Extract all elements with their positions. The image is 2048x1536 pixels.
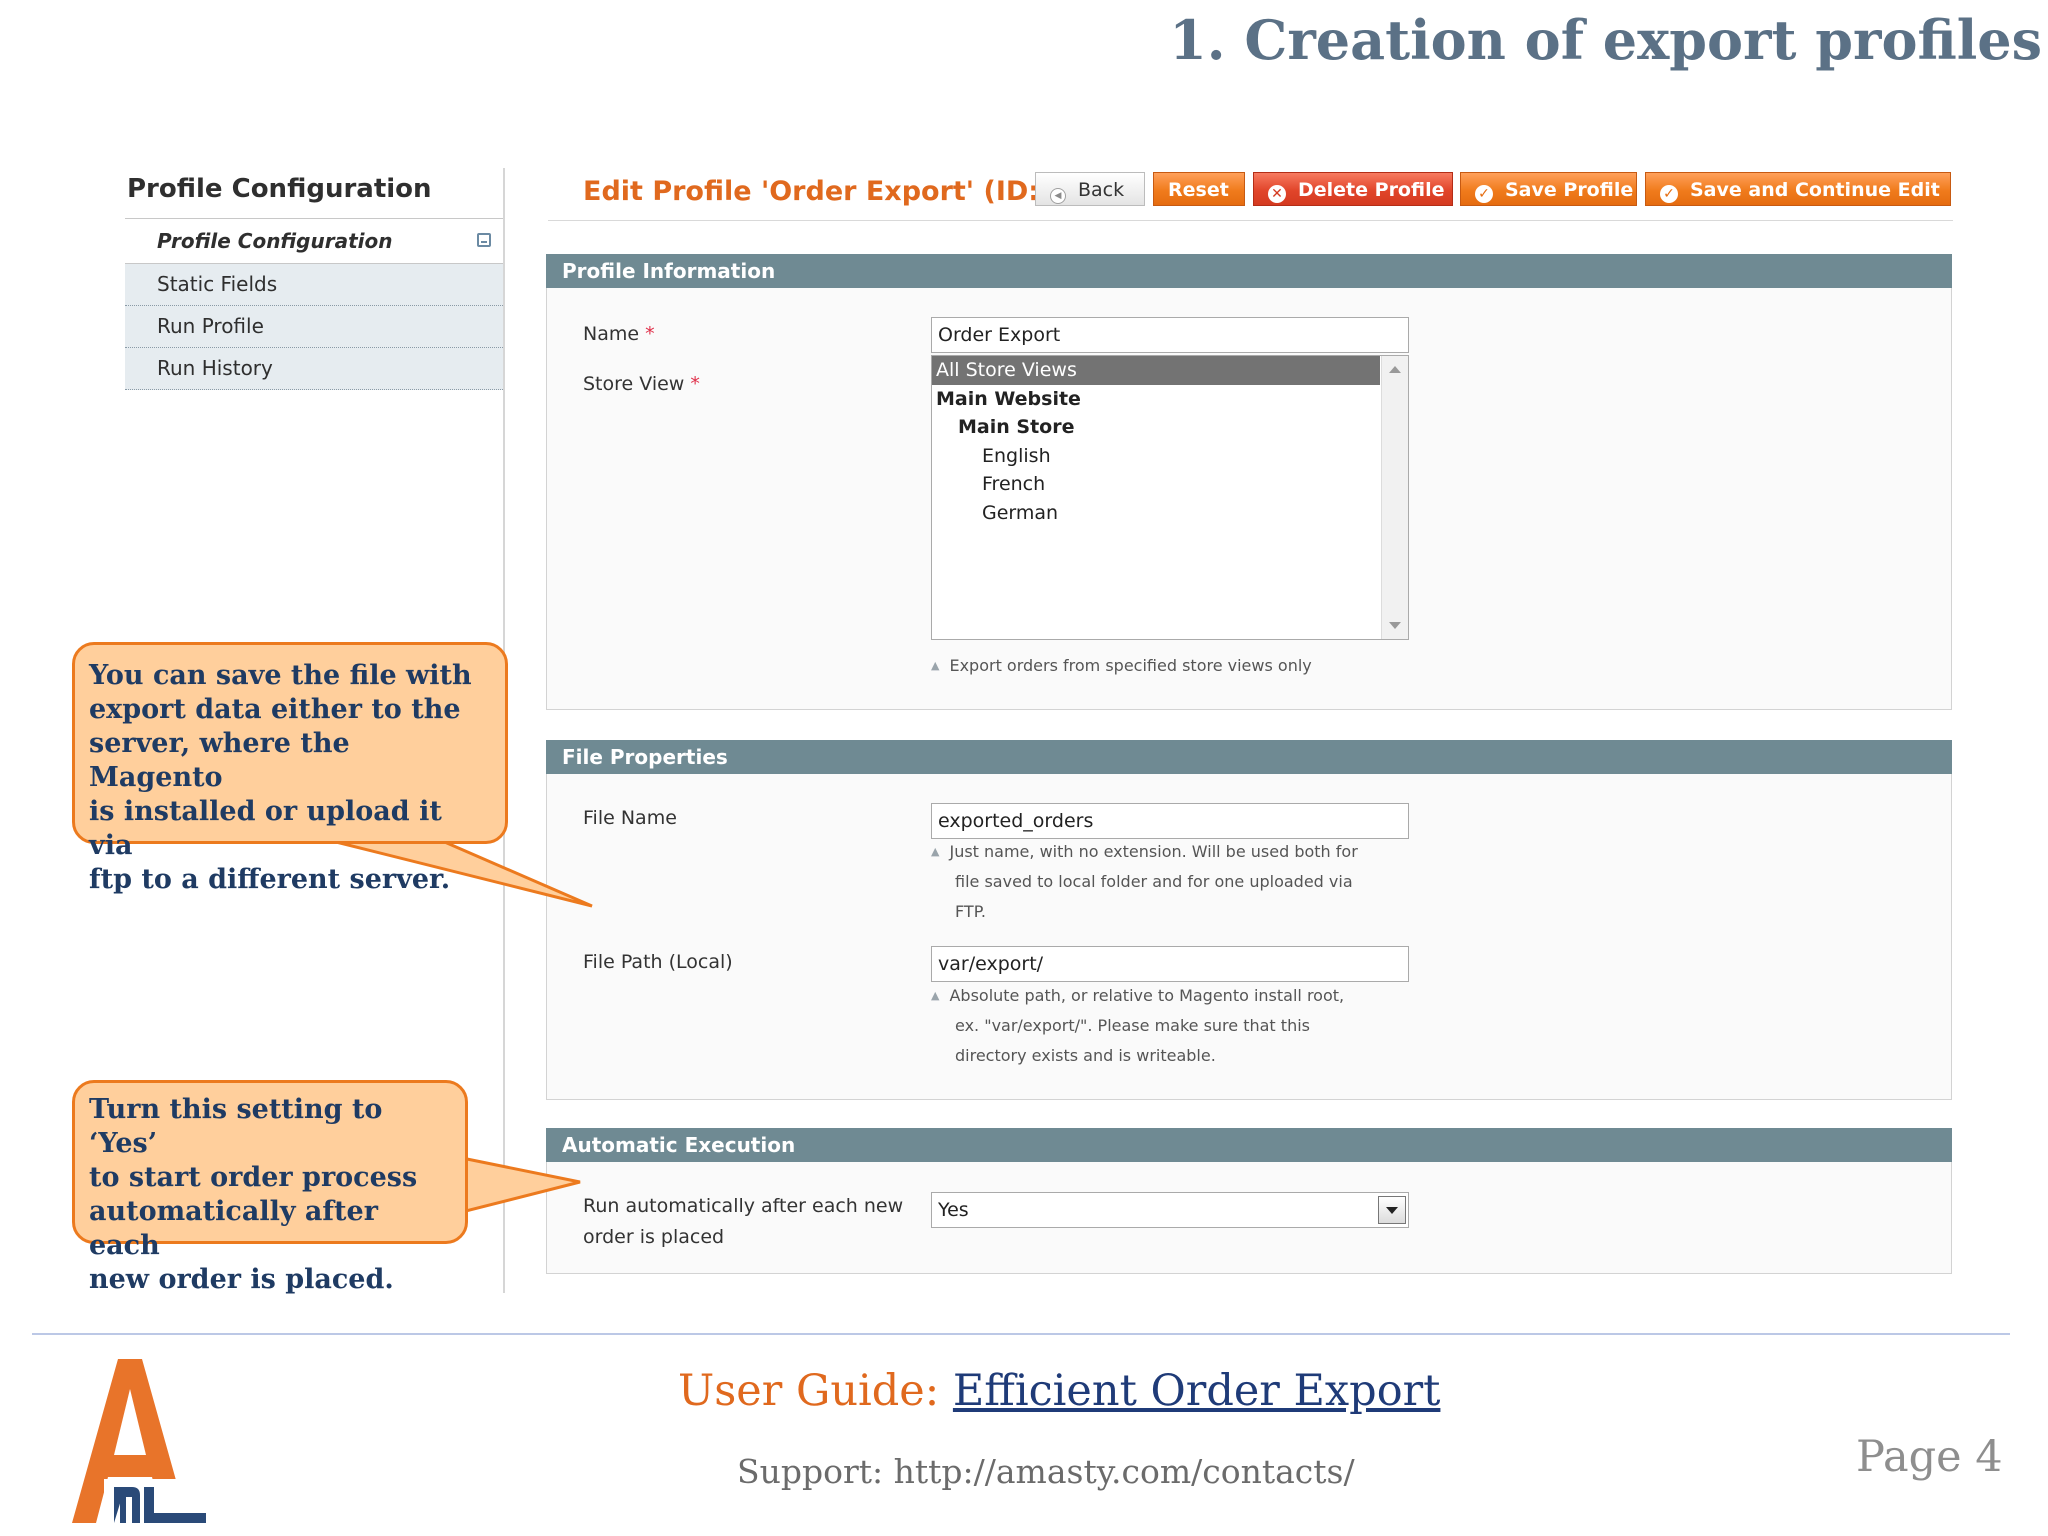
page-number: Page 4 [1856, 1432, 2003, 1482]
footer-divider [32, 1333, 2010, 1335]
callout-line: Turn this setting to ‘Yes’ [89, 1094, 383, 1159]
callout-line: ftp to a different server. [89, 864, 451, 895]
guide-prefix: User Guide: [678, 1366, 953, 1416]
support-text: Support: http://amasty.com/contacts/ [737, 1452, 1355, 1491]
callout-line: is installed or upload it via [89, 796, 442, 861]
amasty-logo [72, 1359, 208, 1523]
callout-file-saving: You can save the file with export data e… [72, 642, 508, 895]
callout-pointer-setting [460, 1156, 581, 1214]
callout-line: automatically after each [89, 1196, 378, 1261]
guide-link[interactable]: Efficient Order Export [953, 1366, 1441, 1416]
callout-line: server, where the Magento [89, 728, 350, 793]
callout-line: new order is placed. [89, 1264, 394, 1295]
callout-auto-setting: Turn this setting to ‘Yes’ to start orde… [72, 1080, 468, 1295]
callout-line: to start order process [89, 1162, 418, 1193]
callout-line: You can save the file with [89, 660, 472, 691]
callout-line: export data either to the [89, 694, 461, 725]
user-guide-line: User Guide: Efficient Order Export [678, 1366, 1440, 1416]
